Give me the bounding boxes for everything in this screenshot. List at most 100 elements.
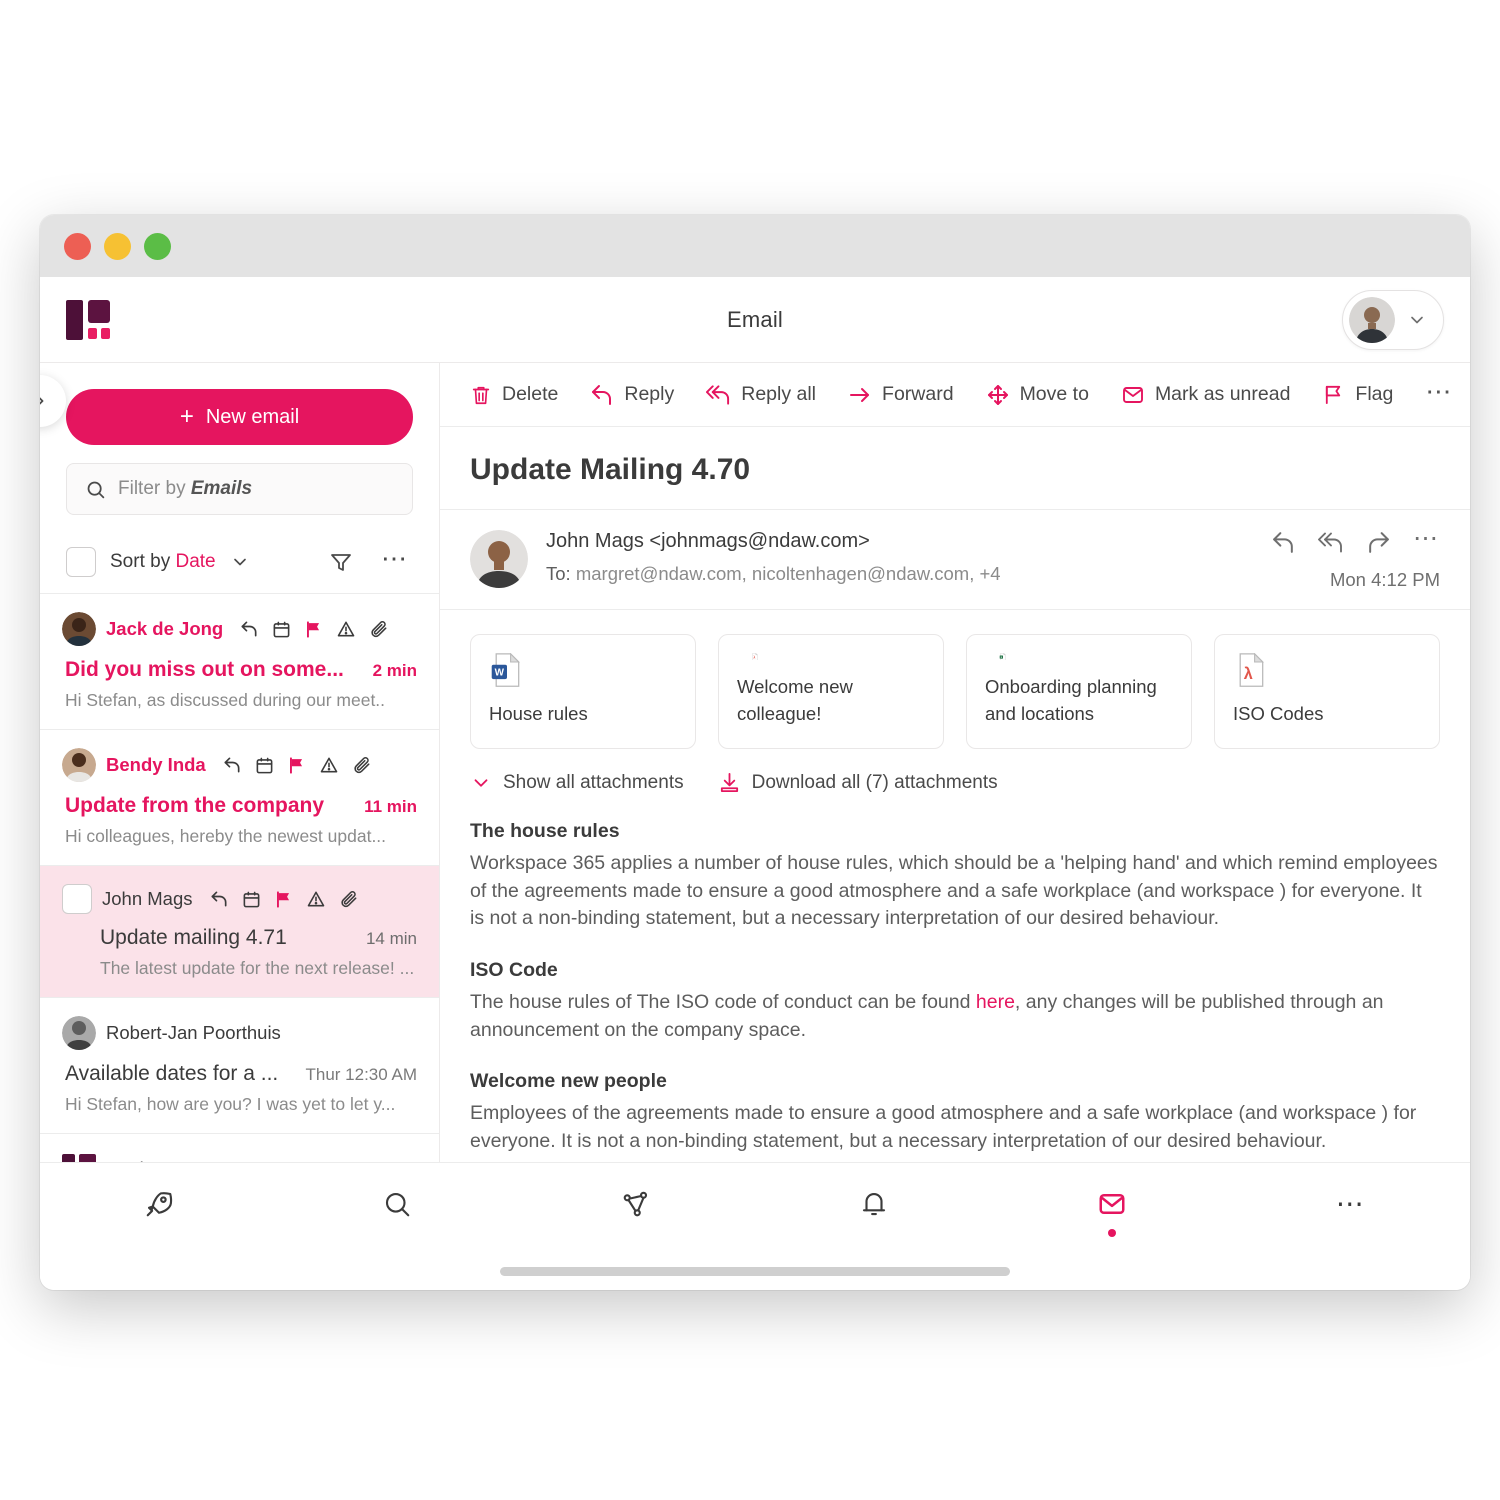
message-content: W House rules λ Welcome new colleague! X… <box>440 610 1470 1162</box>
filter-placeholder: Filter by Emails <box>118 478 253 499</box>
flag-icon <box>276 890 289 908</box>
ellipsis-icon: ⋯ <box>1335 1188 1366 1219</box>
home-indicator <box>500 1267 1010 1276</box>
nav-item-mail[interactable] <box>993 1189 1231 1237</box>
bell-icon <box>863 1193 886 1216</box>
excel-file-icon: X <box>999 653 1006 661</box>
show-all-attachments-button[interactable]: Show all attachments <box>470 772 684 794</box>
flag-outline-icon <box>1326 385 1341 405</box>
sender-name: John Mags <box>102 888 193 909</box>
chevron-down-icon[interactable] <box>230 552 250 572</box>
chevron-down-icon <box>1411 316 1423 323</box>
section-heading: Welcome new people <box>470 1070 667 1093</box>
email-time: 11 min <box>364 797 417 816</box>
reply-all-icon <box>706 384 730 405</box>
nav-item-share[interactable] <box>517 1189 755 1219</box>
share-network-icon <box>623 1191 647 1217</box>
body-section: Welcome new people Employees of the agre… <box>470 1070 1440 1155</box>
email-preview: Hi Stefan, as discussed during our meet.… <box>65 690 386 710</box>
list-item-icons <box>239 619 389 639</box>
envelope-icon <box>1122 386 1143 403</box>
move-to-button[interactable]: Move to <box>986 383 1089 407</box>
download-all-attachments-button[interactable]: Download all (7) attachments <box>718 771 998 794</box>
attachment-card[interactable]: W House rules <box>470 634 696 749</box>
app-header: Email <box>40 277 1470 363</box>
reply-icon <box>592 384 612 405</box>
trash-icon <box>472 386 490 404</box>
zoom-button[interactable] <box>144 232 171 260</box>
list-item[interactable]: Workspace 365 Your daily briefing Thur 0… <box>40 1134 439 1162</box>
envelope-icon <box>1099 1194 1125 1214</box>
nav-item-more[interactable]: ⋯ <box>1232 1189 1470 1219</box>
list-item-selected[interactable]: John Mags Update mailing 4.71 14 min The… <box>40 866 439 998</box>
flag-button[interactable]: Flag <box>1322 383 1393 406</box>
reply-icon[interactable] <box>1271 530 1296 555</box>
sender-avatar <box>470 530 528 588</box>
reply-button[interactable]: Reply <box>590 383 674 407</box>
calendar-icon <box>243 891 259 907</box>
list-item[interactable]: Bendy Inda Update from the company 11 mi… <box>40 730 439 866</box>
nav-item-notifications[interactable] <box>755 1189 993 1219</box>
email-subject: Available dates for a ... <box>65 1062 279 1085</box>
forward-button[interactable]: Forward <box>848 383 954 407</box>
sort-row: Sort by Date ⋯ <box>66 531 413 593</box>
reading-pane: Delete Reply Reply all Forward Move to M… <box>440 363 1470 1162</box>
body-section: ISO Code The house rules of The ISO code… <box>470 959 1440 1044</box>
reply-label: Reply <box>624 383 675 405</box>
email-checkbox[interactable] <box>62 884 92 914</box>
avatar <box>62 748 96 782</box>
iso-text-before: The house rules of The ISO code of condu… <box>470 991 976 1014</box>
sender-name: Robert-Jan Poorthuis <box>106 1022 281 1043</box>
delete-button[interactable]: Delete <box>470 383 558 406</box>
svg-text:W: W <box>495 667 505 678</box>
forward-arrow-icon[interactable] <box>1366 530 1391 555</box>
chevron-down-icon <box>474 778 488 787</box>
list-item[interactable]: Jack de Jong Did you miss out on some...… <box>40 594 439 730</box>
nav-item-search[interactable] <box>278 1189 516 1219</box>
message-subject: Update Mailing 4.70 <box>470 453 751 486</box>
page-title: Email <box>726 306 783 332</box>
show-all-attachments-label: Show all attachments <box>503 771 684 793</box>
funnel-icon[interactable] <box>329 550 353 574</box>
attachment-card[interactable]: X Onboarding planning and locations <box>966 634 1192 749</box>
sender-name: Jack de Jong <box>106 618 224 639</box>
reply-all-icon[interactable] <box>1318 530 1344 555</box>
flag-label: Flag <box>1355 383 1394 405</box>
minimize-button[interactable] <box>104 232 131 260</box>
close-button[interactable] <box>64 232 91 260</box>
list-more-icon[interactable]: ⋯ <box>381 545 409 571</box>
screenshot-stage: Email + New email Filter by Emails Sort … <box>0 0 1500 1500</box>
warning-icon <box>320 757 338 773</box>
email-list[interactable]: Jack de Jong Did you miss out on some...… <box>40 593 439 1162</box>
section-heading: ISO Code <box>470 959 558 982</box>
toolbar-more-button[interactable]: ⋯ <box>1425 378 1453 404</box>
mark-as-unread-button[interactable]: Mark as unread <box>1121 383 1290 407</box>
reply-all-button[interactable]: Reply all <box>706 383 816 407</box>
new-email-label: New email <box>205 405 300 428</box>
email-time: 14 min <box>365 929 417 948</box>
avatar <box>62 612 96 646</box>
filter-input[interactable]: Filter by Emails <box>66 463 413 515</box>
app-window: Email + New email Filter by Emails Sort … <box>40 215 1470 1290</box>
reply-icon <box>211 891 226 907</box>
email-subject: Update from the company <box>65 794 325 817</box>
select-all-checkbox[interactable] <box>66 547 96 577</box>
user-avatar <box>1349 296 1395 343</box>
warning-icon <box>307 891 324 907</box>
list-item[interactable]: Robert-Jan Poorthuis Available dates for… <box>40 998 439 1134</box>
nav-item-rocket[interactable] <box>40 1189 278 1219</box>
sort-by-control[interactable]: Sort by Date <box>110 551 216 573</box>
attachment-card[interactable]: λ Welcome new colleague! <box>718 634 944 749</box>
plus-icon: + <box>179 403 194 430</box>
attachment-card[interactable]: λ ISO Codes <box>1214 634 1440 749</box>
here-link[interactable]: here <box>976 991 1015 1013</box>
window-titlebar <box>40 215 1470 277</box>
reply-all-label: Reply all <box>741 383 817 405</box>
delete-label: Delete <box>502 383 559 405</box>
move-to-label: Move to <box>1019 383 1089 405</box>
message-more-icon[interactable]: ⋯ <box>1413 526 1440 551</box>
subject-bar: Update Mailing 4.70 <box>440 427 1470 510</box>
download-icon <box>720 772 738 793</box>
new-email-button[interactable]: + New email <box>66 389 413 445</box>
user-menu[interactable] <box>1342 289 1444 350</box>
